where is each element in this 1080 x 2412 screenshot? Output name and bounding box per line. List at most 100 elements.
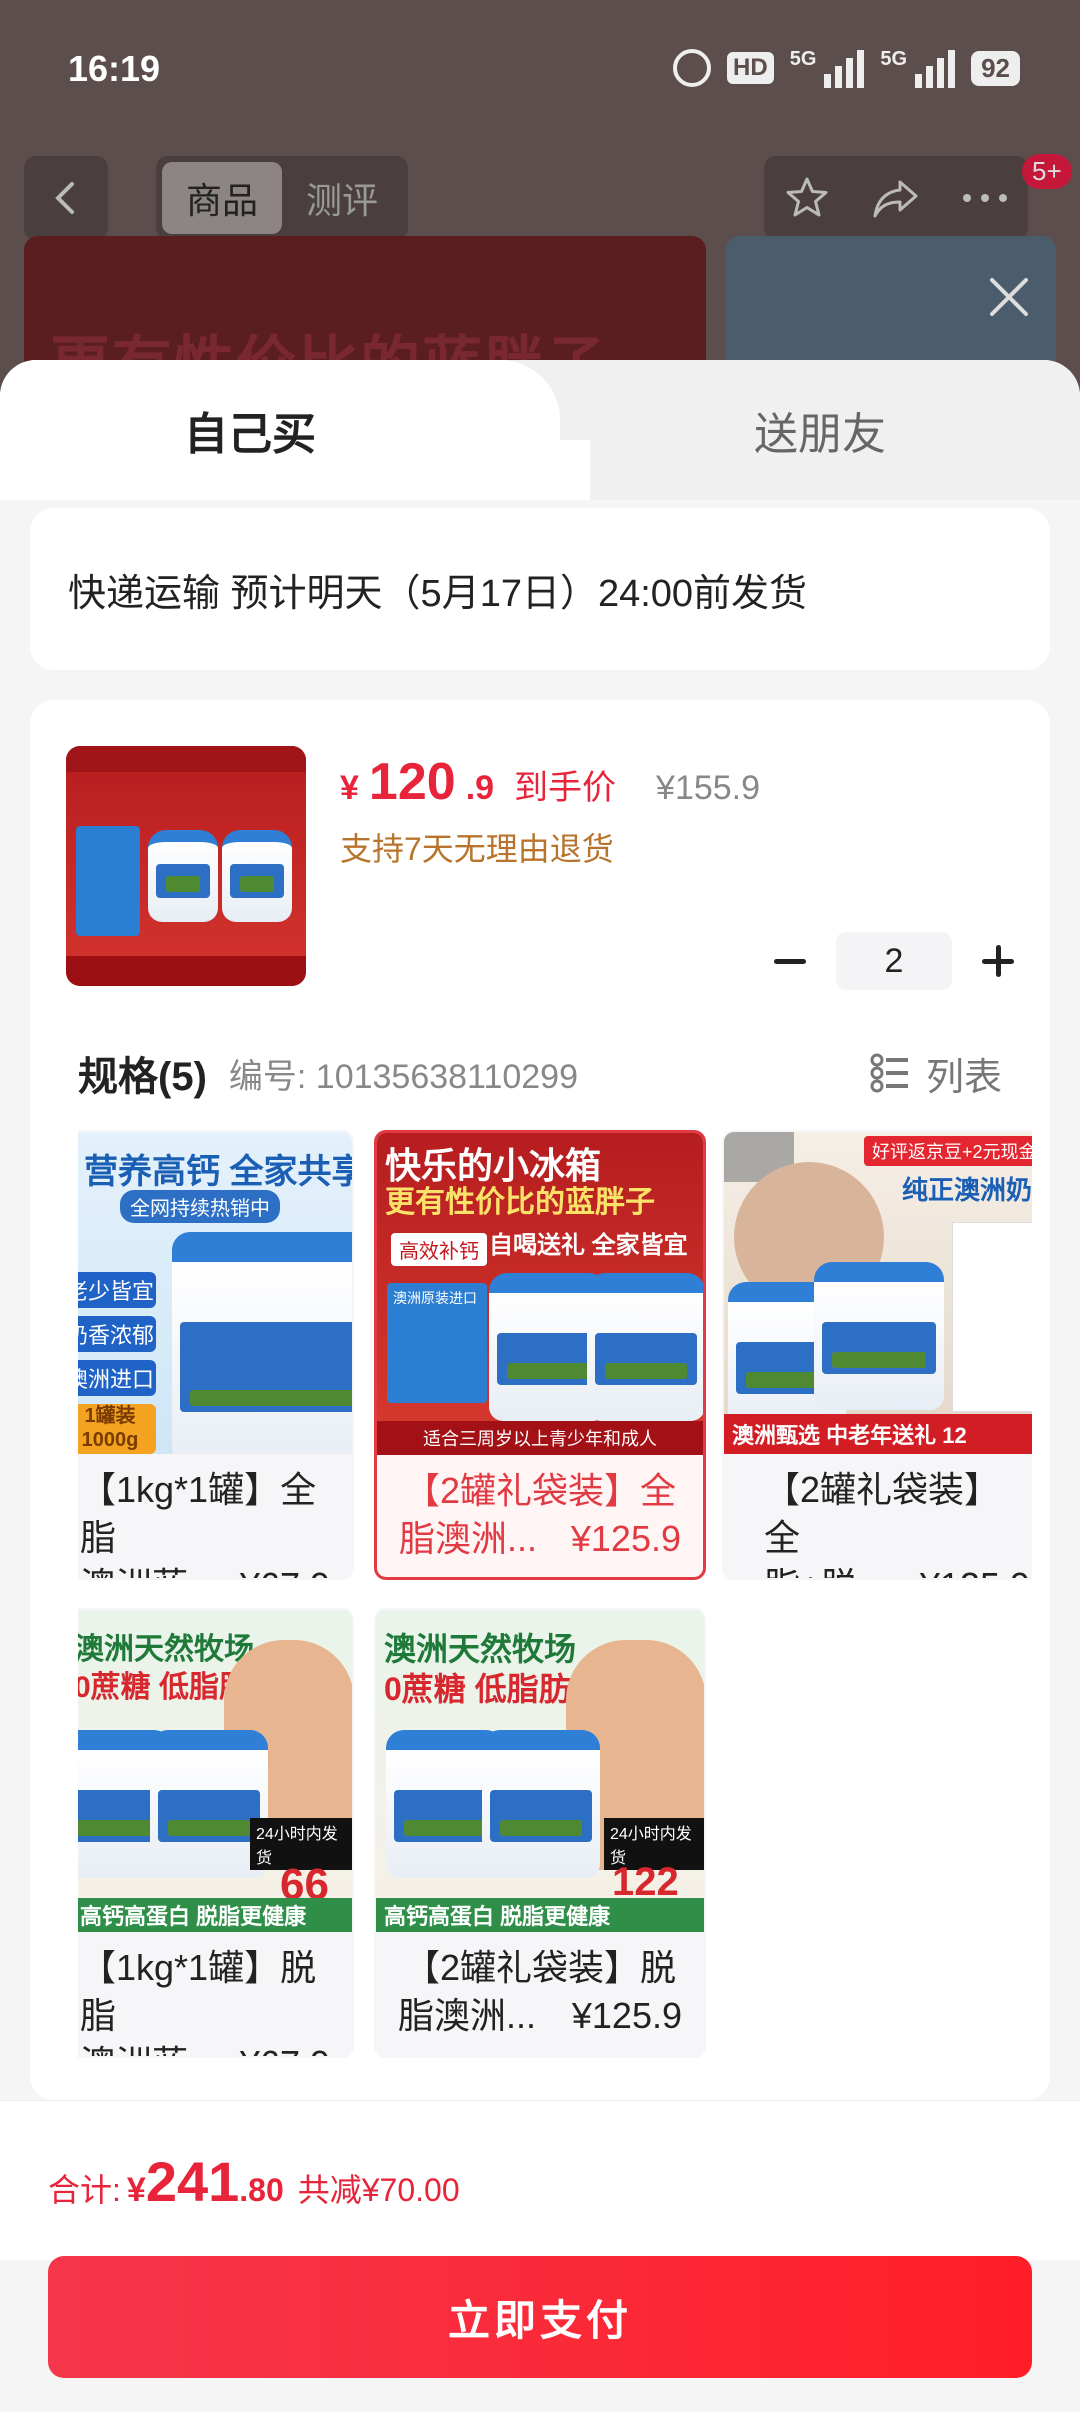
tab-review[interactable]: 测评: [282, 162, 402, 234]
product-tabs: 商品 测评: [156, 156, 408, 240]
option-art-subtitle: 好评返京豆+2元现金: [864, 1136, 1032, 1166]
total-integer: 241: [145, 2150, 240, 2213]
milk-can: [222, 830, 292, 922]
product-code: 编号: 10135638110299: [228, 1057, 578, 1096]
option-image: 快乐的小冰箱 更有性价比的蓝胖子 高效补钙 自喝送礼 全家皆宜 澳洲原装进口 适…: [377, 1133, 703, 1455]
option-art-title: 营养高钙 全家共享: [84, 1153, 352, 1191]
option-name-line1: 【1kg*1罐】全脂: [80, 1469, 317, 1558]
option-art-weight: 1罐装 1000g: [78, 1404, 156, 1454]
option-image: 营养高钙 全家共享 全网持续热销中 老少皆宜 奶香浓郁 澳洲进口 1罐装1000…: [78, 1132, 352, 1454]
spec-option[interactable]: 好评返京豆+2元现金 纯正澳洲奶 澳洲甄选 中老年送礼 12 【2罐礼袋装】全 …: [722, 1130, 1032, 1580]
quantity-value[interactable]: 2: [836, 932, 952, 990]
price-row: ¥120.9 到手价 ¥155.9: [340, 752, 760, 812]
list-icon: [870, 1053, 908, 1093]
option-name: 【1kg*1罐】全脂 澳洲蓝... ¥67.9: [78, 1466, 352, 1578]
spec-option[interactable]: 营养高钙 全家共享 全网持续热销中 老少皆宜 奶香浓郁 澳洲进口 1罐装1000…: [78, 1130, 354, 1580]
milk-can: [587, 1273, 703, 1421]
product-banner: 更有性价比的蓝胖子: [24, 236, 706, 376]
product-image: [66, 746, 306, 986]
spec-option-selected[interactable]: 快乐的小冰箱 更有性价比的蓝胖子 高效补钙 自喝送礼 全家皆宜 澳洲原装进口 适…: [374, 1130, 706, 1580]
purchase-sheet: 自己买 送朋友 快递运输 预计明天（5月17日）24:00前发货 ¥120.9 …: [0, 360, 1080, 2412]
image-footer: [66, 956, 306, 986]
option-name-line1: 【2罐礼袋装】全: [403, 1470, 677, 1511]
option-image: 澳洲天然牧场 0蔗糖 低脂肪 24小时内发货 122 高钙高蛋白 脱脂更健康: [376, 1610, 704, 1932]
return-policy: 支持7天无理由退货: [340, 831, 614, 867]
tab-product[interactable]: 商品: [162, 162, 282, 234]
option-art-weight-line2: 1000g: [81, 1429, 139, 1451]
decrease-quantity-button[interactable]: [770, 941, 810, 981]
quantity-stepper: 2: [770, 932, 1018, 990]
option-price: ¥67.9: [240, 2040, 330, 2056]
option-name-line2: 澳洲蓝...: [80, 2040, 218, 2056]
option-name: 【2罐礼袋装】全 脂澳洲... ¥125.9: [377, 1467, 703, 1563]
status-bar: 16:19 HD 5G 5G 92: [0, 0, 1080, 140]
signal-icon: [824, 48, 865, 88]
battery-icon: 92: [971, 50, 1020, 86]
milk-can: [148, 830, 218, 922]
status-icons: HD 5G 5G 92: [673, 48, 1020, 88]
total-label: 合计:: [48, 2172, 121, 2208]
notification-badge: 5+: [1022, 154, 1072, 189]
option-name-line2: 脂+脱...: [764, 1562, 887, 1578]
option-name-line1: 【2罐礼袋装】全: [764, 1469, 1001, 1558]
spec-title: 规格(5): [78, 1055, 207, 1099]
pay-now-button[interactable]: 立即支付: [48, 2256, 1032, 2378]
option-art-title: 纯正澳洲奶: [902, 1175, 1032, 1205]
spec-header: 规格(5) 编号: 10135638110299 列表: [78, 1044, 1002, 1102]
option-art-tag: 自喝送礼 全家皆宜: [489, 1232, 688, 1259]
option-name-line1: 【1kg*1罐】脱脂: [80, 1947, 317, 2036]
star-icon[interactable]: [783, 174, 831, 222]
option-image: 好评返京豆+2元现金 纯正澳洲奶 澳洲甄选 中老年送礼 12: [724, 1132, 1032, 1454]
list-toggle-label: 列表: [925, 1056, 1002, 1099]
back-button[interactable]: [24, 156, 108, 240]
status-time: 16:19: [68, 48, 161, 89]
option-art-tag: 老少皆宜: [78, 1272, 156, 1308]
product-thumbnail[interactable]: [66, 746, 306, 986]
price-decimal: .9: [465, 769, 495, 807]
option-art-footer: 澳洲甄选 中老年送礼 12: [724, 1414, 1032, 1454]
list-view-toggle[interactable]: 列表: [870, 1046, 1002, 1101]
option-price: ¥67.9: [240, 1562, 330, 1578]
option-image: 澳洲天然牧场 0蔗糖 低脂肪 24小时内发货 66 高钙高蛋白 脱脂更健康: [78, 1610, 352, 1932]
tab-gift-to-friend[interactable]: 送朋友: [560, 360, 1080, 500]
spec-options-grid: 营养高钙 全家共享 全网持续热销中 老少皆宜 奶香浓郁 澳洲进口 1罐装1000…: [78, 1130, 1032, 2090]
option-art-tag: 奶香浓郁: [78, 1316, 156, 1352]
product-spec-panel: [952, 1222, 1032, 1412]
original-price: ¥155.9: [656, 769, 761, 807]
more-icon[interactable]: [961, 192, 1009, 204]
option-art-weight-line1: 1罐装: [84, 1405, 136, 1427]
spec-option[interactable]: 澳洲天然牧场 0蔗糖 低脂肪 24小时内发货 122 高钙高蛋白 脱脂更健康 【…: [374, 1608, 706, 2058]
option-name-line2: 澳洲蓝...: [80, 1562, 218, 1578]
option-name: 【2罐礼袋装】全 脂+脱... ¥125.9: [724, 1466, 1032, 1578]
tab-buy-for-self[interactable]: 自己买: [0, 360, 590, 500]
nav-actions: [764, 156, 1028, 240]
option-art-footer: 适合三周岁以上青少年和成人: [377, 1421, 703, 1455]
option-price: ¥125.9: [571, 1995, 682, 2036]
gift-box: [76, 826, 140, 936]
milk-can: [482, 1730, 600, 1878]
shipping-info: 快递运输 预计明天（5月17日）24:00前发货: [30, 508, 1050, 670]
option-art-subtitle: 全网持续热销中: [120, 1190, 280, 1223]
price-currency: ¥: [340, 769, 359, 807]
option-art-subtitle: 更有性价比的蓝胖子: [385, 1186, 655, 1219]
close-icon[interactable]: [984, 272, 1034, 322]
option-art-tag: 高效补钙: [391, 1233, 487, 1266]
purchase-mode-tabs: 自己买 送朋友: [0, 360, 1080, 500]
option-name-line2: 脂澳洲...: [398, 1995, 537, 2036]
image-header: [66, 746, 306, 772]
total-savings: 共减¥70.00: [297, 2172, 460, 2208]
option-price: ¥125.9: [920, 1562, 1030, 1578]
increase-quantity-button[interactable]: [978, 941, 1018, 981]
option-art-footer: 高钙高蛋白 脱脂更健康: [78, 1898, 352, 1932]
order-total-bar: 合计: ¥241.80 共减¥70.00: [0, 2100, 1080, 2260]
gift-box: 澳洲原装进口: [387, 1283, 487, 1403]
total-currency: ¥: [126, 2171, 146, 2209]
option-name: 【2罐礼袋装】脱 脂澳洲... ¥125.9: [376, 1944, 704, 2040]
option-art-tag: 澳洲原装进口: [393, 1290, 477, 1306]
spec-option[interactable]: 澳洲天然牧场 0蔗糖 低脂肪 24小时内发货 66 高钙高蛋白 脱脂更健康 【1…: [78, 1608, 354, 2058]
option-name: 【1kg*1罐】脱脂 澳洲蓝... ¥67.9: [78, 1944, 352, 2056]
option-art-tag: 澳洲进口: [78, 1360, 156, 1396]
network-label-1: 5G: [789, 48, 817, 70]
alarm-icon: [673, 49, 712, 87]
share-icon[interactable]: [870, 174, 922, 222]
